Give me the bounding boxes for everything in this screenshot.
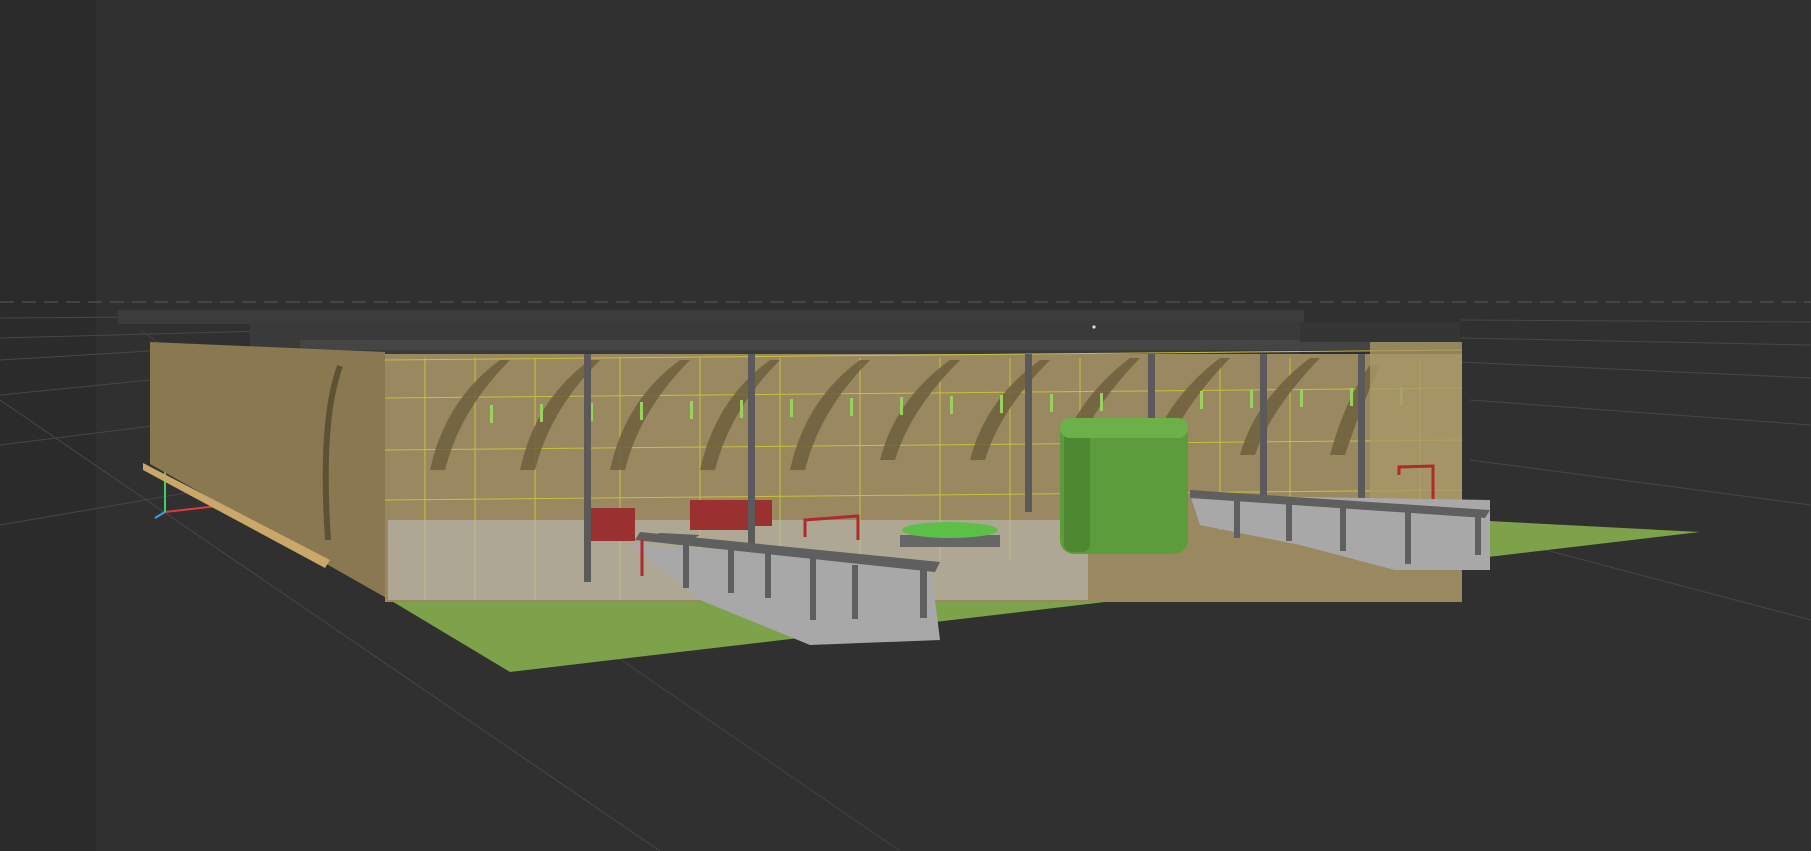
green-volume[interactable]	[1060, 418, 1188, 554]
planter[interactable]	[900, 522, 1000, 547]
y-axis	[154, 511, 166, 519]
roof[interactable]	[118, 310, 1460, 354]
scene-canvas[interactable]	[0, 0, 1811, 851]
side-facade[interactable]	[150, 342, 390, 600]
x-axis	[164, 505, 219, 513]
3d-viewport[interactable]	[0, 0, 1811, 851]
right-glazing	[1370, 342, 1462, 502]
